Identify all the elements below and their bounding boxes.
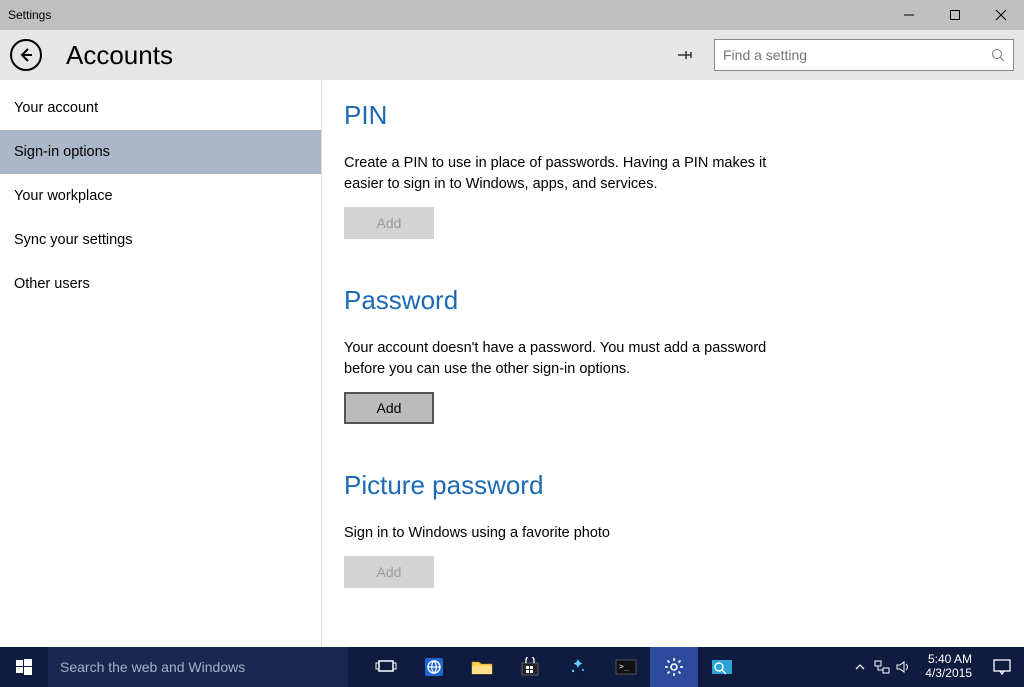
window-maximize-button[interactable] bbox=[932, 0, 978, 29]
page-title: Accounts bbox=[66, 40, 173, 71]
start-button[interactable] bbox=[0, 647, 48, 687]
taskbar-search[interactable]: Search the web and Windows bbox=[48, 647, 348, 687]
sidebar-item-label: Your account bbox=[14, 100, 98, 116]
taskview-icon bbox=[375, 656, 397, 678]
section-body-pin: Create a PIN to use in place of password… bbox=[344, 153, 784, 195]
tray-time: 5:40 AM bbox=[925, 653, 972, 667]
button-label: Add bbox=[377, 400, 402, 416]
picture-password-add-button: Add bbox=[344, 556, 434, 588]
pin-icon[interactable] bbox=[674, 45, 694, 65]
section-body-picture-password: Sign in to Windows using a favorite phot… bbox=[344, 523, 784, 544]
section-body-password: Your account doesn't have a password. Yo… bbox=[344, 338, 784, 380]
window-close-button[interactable] bbox=[978, 0, 1024, 29]
tray-action-center[interactable] bbox=[982, 647, 1022, 687]
pin-add-button: Add bbox=[344, 207, 434, 239]
taskbar-app-store[interactable] bbox=[506, 647, 554, 687]
taskbar-app-explorer[interactable] bbox=[458, 647, 506, 687]
taskbar-app-cmd[interactable]: >_ bbox=[602, 647, 650, 687]
sidebar-item-your-account[interactable]: Your account bbox=[0, 86, 321, 130]
taskbar-app-mystery[interactable] bbox=[554, 647, 602, 687]
tray-clock[interactable]: 5:40 AM 4/3/2015 bbox=[915, 653, 982, 681]
search-icon bbox=[991, 48, 1005, 62]
store-icon bbox=[519, 656, 541, 678]
edge-icon bbox=[423, 656, 445, 678]
sidebar-item-label: Other users bbox=[14, 276, 90, 292]
section-title-password: Password bbox=[344, 285, 994, 316]
back-button[interactable] bbox=[10, 39, 42, 71]
sidebar-item-label: Your workplace bbox=[14, 188, 113, 204]
gear-icon bbox=[663, 656, 685, 678]
section-title-picture-password: Picture password bbox=[344, 470, 994, 501]
sidebar-item-sign-in-options[interactable]: Sign-in options bbox=[0, 130, 321, 174]
taskbar-app-other[interactable] bbox=[698, 647, 746, 687]
tray-volume-icon[interactable] bbox=[893, 647, 915, 687]
sidebar-item-label: Sync your settings bbox=[14, 232, 132, 248]
taskbar: Search the web and Windows bbox=[0, 647, 1024, 687]
section-password: Password Your account doesn't have a pas… bbox=[344, 285, 994, 424]
settings-main: PIN Create a PIN to use in place of pass… bbox=[322, 80, 1024, 647]
svg-text:>_: >_ bbox=[619, 662, 629, 671]
settings-header: Accounts bbox=[0, 30, 1024, 80]
settings-search-input[interactable] bbox=[723, 47, 991, 63]
window-minimize-button[interactable] bbox=[886, 0, 932, 29]
settings-search[interactable] bbox=[714, 39, 1014, 71]
window-titlebar: Settings bbox=[0, 0, 1024, 30]
sidebar-item-label: Sign-in options bbox=[14, 144, 110, 160]
folder-icon bbox=[471, 656, 493, 678]
tray-network-icon[interactable] bbox=[871, 647, 893, 687]
section-pin: PIN Create a PIN to use in place of pass… bbox=[344, 100, 994, 239]
password-add-button[interactable]: Add bbox=[344, 392, 434, 424]
sidebar-item-other-users[interactable]: Other users bbox=[0, 262, 321, 306]
sidebar-item-sync-your-settings[interactable]: Sync your settings bbox=[0, 218, 321, 262]
taskbar-app-edge[interactable] bbox=[410, 647, 458, 687]
button-label: Add bbox=[377, 215, 402, 231]
sidebar-item-your-workplace[interactable]: Your workplace bbox=[0, 174, 321, 218]
settings-sidebar: Your account Sign-in options Your workpl… bbox=[0, 80, 322, 647]
window-icon bbox=[711, 656, 733, 678]
button-label: Add bbox=[377, 564, 402, 580]
taskbar-app-taskview[interactable] bbox=[362, 647, 410, 687]
section-title-pin: PIN bbox=[344, 100, 994, 131]
taskbar-search-placeholder: Search the web and Windows bbox=[60, 659, 245, 675]
section-picture-password: Picture password Sign in to Windows usin… bbox=[344, 470, 994, 588]
terminal-icon: >_ bbox=[615, 656, 637, 678]
tray-show-hidden-icon[interactable] bbox=[849, 647, 871, 687]
tray-date: 4/3/2015 bbox=[925, 667, 972, 681]
taskbar-app-settings[interactable] bbox=[650, 647, 698, 687]
sparkle-icon bbox=[567, 656, 589, 678]
window-title: Settings bbox=[8, 8, 51, 22]
